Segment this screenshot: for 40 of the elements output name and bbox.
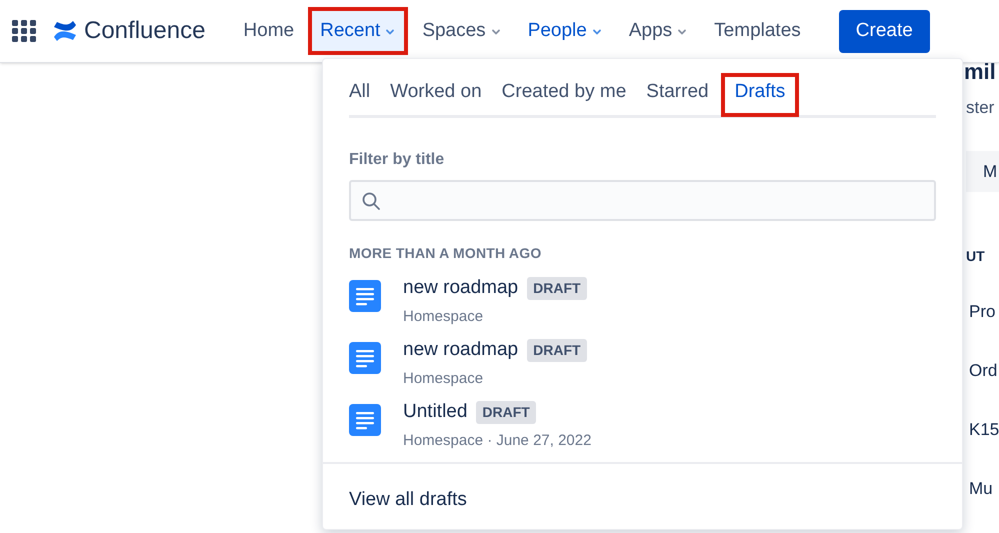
view-all-drafts-link[interactable]: View all drafts: [349, 489, 467, 510]
page-list-item[interactable]: K15: [969, 415, 999, 444]
app-grid-icon[interactable]: [12, 20, 36, 42]
tab[interactable]: Created by me: [496, 75, 632, 115]
nav-item[interactable]: Templates: [704, 9, 811, 53]
create-button[interactable]: Create: [838, 10, 930, 52]
draft-title[interactable]: new roadmap: [403, 274, 518, 302]
nav-item[interactable]: Spaces: [412, 9, 512, 53]
nav-item[interactable]: Apps: [618, 9, 698, 53]
document-icon: [349, 342, 381, 374]
tab[interactable]: All: [349, 75, 376, 115]
draft-title[interactable]: new roadmap: [403, 336, 518, 364]
tab[interactable]: Worked on: [384, 75, 488, 115]
draft-title[interactable]: Untitled: [403, 398, 468, 426]
page-list-item[interactable]: Pro: [969, 297, 999, 326]
section-heading: MORE THAN A MONTH AGO: [349, 244, 542, 263]
nav-item[interactable]: Home: [233, 9, 304, 53]
filter-field[interactable]: [349, 180, 936, 221]
filter-label: Filter by title: [349, 150, 446, 170]
draft-badge: DRAFT: [527, 276, 587, 300]
logo-icon: [52, 19, 78, 43]
tab[interactable]: Starred: [640, 75, 715, 115]
tab[interactable]: Drafts: [722, 75, 798, 115]
draft-badge: DRAFT: [527, 338, 587, 362]
page-subtitle: ster: [966, 97, 996, 119]
page-list-item[interactable]: Mu: [969, 474, 999, 503]
nav-item[interactable]: People: [518, 9, 613, 53]
page-heading: mil: [964, 61, 997, 83]
product-name: Confluence: [84, 16, 206, 46]
document-icon: [349, 404, 381, 436]
nav-item[interactable]: Recent: [310, 9, 406, 53]
search-icon: [361, 190, 381, 210]
draft-meta: Homespace: [403, 306, 484, 326]
draft-badge: DRAFT: [476, 400, 536, 424]
draft-meta: Homespace · June 27, 2022: [403, 430, 592, 450]
page-tab[interactable]: M: [966, 150, 999, 192]
document-icon: [349, 280, 381, 312]
section-heading: UT: [966, 247, 986, 266]
page-list-item[interactable]: Ord: [969, 356, 999, 385]
draft-meta: Homespace: [403, 368, 484, 388]
